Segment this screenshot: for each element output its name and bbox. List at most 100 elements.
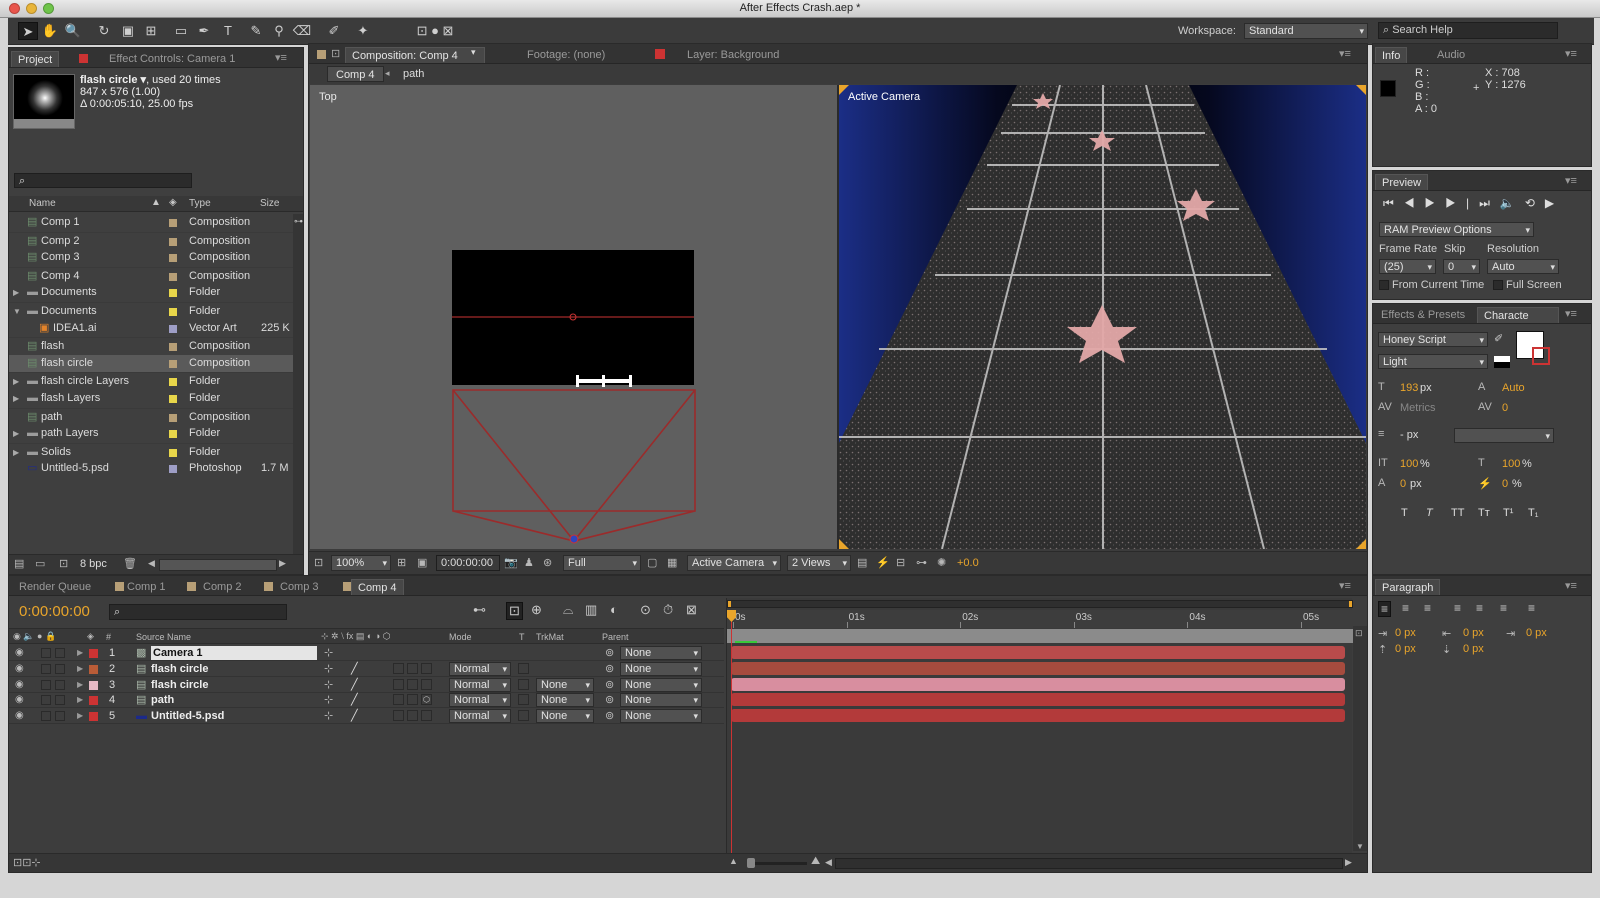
project-item[interactable]: ▼ ▬ Documents Folder: [9, 302, 299, 320]
space-before-value[interactable]: 0 px: [1395, 643, 1416, 655]
twirl-arrow-icon[interactable]: ▶: [13, 373, 19, 391]
breadcrumb-comp-4[interactable]: Comp 4: [327, 66, 384, 82]
font-family-select[interactable]: Honey Script: [1378, 332, 1488, 347]
tab-comp-4[interactable]: Comp 4: [351, 579, 404, 595]
skip-select[interactable]: 0: [1443, 259, 1480, 274]
pan-behind-tool-icon[interactable]: ⊞: [141, 22, 161, 40]
item-label-color[interactable]: [169, 324, 177, 333]
shy-switch-icon[interactable]: ⊹: [324, 677, 333, 693]
brainstorm-icon[interactable]: ⊙: [640, 602, 651, 618]
3d-layer-box[interactable]: [421, 662, 432, 674]
lock-box[interactable]: [55, 648, 65, 658]
parent-select[interactable]: None: [620, 646, 702, 660]
default-colors-icon[interactable]: [1494, 356, 1510, 368]
panel-menu-icon[interactable]: ▾≡: [1339, 579, 1351, 592]
horizontal-scrollbar[interactable]: [159, 559, 277, 571]
timeline-icon[interactable]: ⊟: [896, 556, 905, 569]
transparency-grid-icon[interactable]: ▦: [667, 556, 677, 569]
item-label-color[interactable]: [169, 308, 177, 316]
item-label-color[interactable]: [169, 359, 177, 368]
puppet-pin-tool-icon[interactable]: ✦: [353, 22, 373, 40]
kerning-value[interactable]: Metrics: [1400, 402, 1435, 414]
live-update-icon[interactable]: ⊡: [506, 602, 523, 620]
breadcrumb-path[interactable]: path: [403, 68, 424, 80]
item-label-color[interactable]: [169, 395, 177, 403]
pick-whip-icon[interactable]: ⊚: [605, 677, 614, 693]
work-area-bar[interactable]: [727, 629, 1353, 643]
bit-depth-label[interactable]: 8 bpc: [80, 558, 107, 570]
justify-left-icon[interactable]: ≡: [1454, 601, 1461, 615]
switch-box[interactable]: [407, 678, 418, 690]
all-caps-button[interactable]: TT: [1451, 507, 1464, 519]
indent-left-value[interactable]: 0 px: [1395, 627, 1416, 639]
tab-preview[interactable]: Preview: [1375, 174, 1429, 190]
timeline-search-input[interactable]: ⌕: [109, 604, 287, 620]
eraser-tool-icon[interactable]: ⌫: [292, 22, 312, 40]
font-size-value[interactable]: 193: [1400, 382, 1418, 394]
stroke-color-swatch[interactable]: [1532, 347, 1550, 365]
align-right-icon[interactable]: ≡: [1424, 601, 1431, 615]
panel-menu-icon[interactable]: ▾≡: [1565, 174, 1577, 187]
quality-switch-icon[interactable]: ╱: [351, 661, 358, 677]
track-matte-select[interactable]: None: [536, 693, 594, 708]
item-label-color[interactable]: [169, 237, 177, 246]
work-area-navigator[interactable]: [727, 600, 1353, 608]
loop-icon[interactable]: ⟲: [1525, 196, 1545, 210]
layer-name[interactable]: path: [151, 692, 174, 708]
project-scrollbar[interactable]: ⊶: [293, 214, 303, 554]
from-current-time-checkbox[interactable]: [1379, 280, 1389, 290]
justify-center-icon[interactable]: ≡: [1476, 601, 1483, 615]
layer-label-color[interactable]: [89, 680, 98, 690]
justify-all-icon[interactable]: ≡: [1528, 601, 1535, 615]
item-label-color[interactable]: [169, 430, 177, 439]
tab-info[interactable]: Info: [1375, 47, 1408, 63]
small-caps-button[interactable]: Tт: [1478, 507, 1490, 519]
indent-right-value[interactable]: 0 px: [1463, 627, 1484, 639]
twirl-arrow-icon[interactable]: ▶: [77, 661, 83, 677]
twirl-arrow-icon[interactable]: ▶: [77, 677, 83, 693]
item-label-color[interactable]: [169, 448, 177, 457]
layer-duration-bar[interactable]: [731, 661, 1345, 675]
solo-box[interactable]: [41, 679, 51, 690]
stroke-width-value[interactable]: - px: [1400, 429, 1418, 441]
selected-item-name[interactable]: flash circle ▾: [80, 74, 146, 86]
font-style-select[interactable]: Light: [1378, 354, 1488, 369]
3d-layer-box[interactable]: [421, 710, 432, 722]
draft-3d-icon[interactable]: ⊕: [531, 602, 542, 618]
align-left-icon[interactable]: ≡: [1378, 601, 1392, 617]
type-tool-icon[interactable]: T: [218, 22, 238, 40]
scroll-right-icon[interactable]: ▶: [1345, 857, 1352, 868]
preserve-transparency-box[interactable]: [518, 662, 529, 674]
solo-box[interactable]: [41, 711, 51, 722]
toggle-switches-icon[interactable]: ⊡⊡⊹: [13, 856, 41, 869]
project-item[interactable]: ▤ Comp 2 Composition: [9, 231, 299, 250]
top-view-viewer[interactable]: Top: [310, 85, 837, 549]
switch-box[interactable]: [393, 662, 404, 674]
layer-label-color[interactable]: [89, 712, 98, 722]
mask-visibility-icon[interactable]: ▣: [417, 556, 427, 569]
interpret-footage-icon[interactable]: ▤: [14, 557, 24, 570]
pen-tool-icon[interactable]: ✒: [194, 22, 214, 40]
panel-menu-icon[interactable]: ▾≡: [1565, 47, 1577, 60]
switch-box[interactable]: [407, 710, 418, 722]
parent-select[interactable]: None: [620, 693, 702, 708]
reset-exposure-icon[interactable]: ✺: [937, 556, 946, 569]
shy-switch-icon[interactable]: ⊹: [324, 661, 333, 677]
solo-box[interactable]: [41, 648, 51, 658]
tab-layer[interactable]: Layer: Background: [681, 47, 785, 63]
stroke-style-select[interactable]: [1454, 428, 1554, 443]
twirl-arrow-icon[interactable]: ▶: [77, 692, 83, 708]
new-comp-icon[interactable]: ⊡: [59, 557, 68, 570]
exposure-value[interactable]: +0.0: [957, 557, 979, 569]
previous-frame-icon[interactable]: ◀: [1404, 196, 1425, 210]
layer-name[interactable]: flash circle: [151, 661, 208, 677]
clone-stamp-tool-icon[interactable]: ⚲: [269, 22, 289, 40]
preserve-transparency-box[interactable]: [518, 710, 529, 722]
ram-preview-icon[interactable]: ▶: [1545, 196, 1564, 210]
shy-layers-icon[interactable]: ⌓: [563, 602, 573, 618]
frame-blending-icon[interactable]: ▥: [585, 602, 597, 618]
layer-row[interactable]: ◉ ▶ 5 ▬ Untitled-5.psd ⊹ ╱ Normal None ⊚ None: [9, 708, 724, 725]
pick-whip-icon[interactable]: ⊚: [605, 708, 614, 724]
subscript-button[interactable]: T₁: [1528, 507, 1538, 519]
layer-row[interactable]: ◉ ▶ 4 ▤ path ⊹ ╱ ⬡ Normal None ⊚ None: [9, 692, 724, 709]
